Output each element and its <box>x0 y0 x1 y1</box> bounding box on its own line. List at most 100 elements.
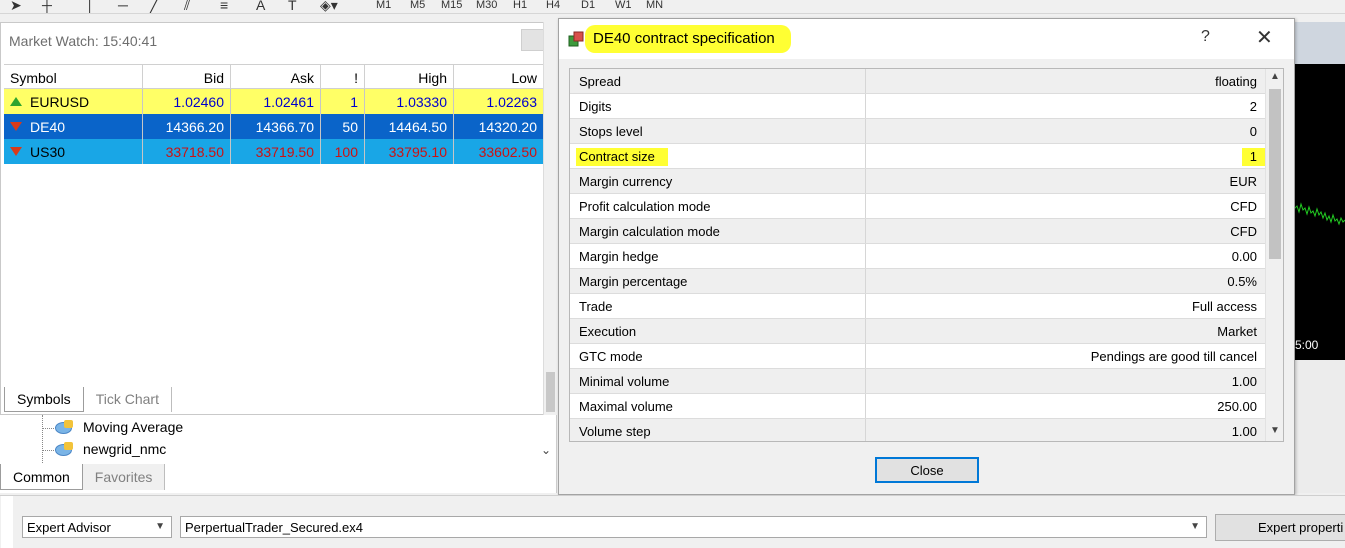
expert-properties-button[interactable]: Expert properti <box>1215 514 1345 541</box>
price-sparkline <box>1294 202 1345 226</box>
spec-row-contract-size[interactable]: Contract size 1 <box>570 144 1268 169</box>
shapes-dropdown-icon[interactable]: ◈▾ <box>320 0 338 13</box>
low-value: 1.02263 <box>454 89 544 114</box>
spec-value: floating <box>1215 74 1257 89</box>
tester-type-select[interactable]: Expert Advisor ▼ <box>22 516 172 538</box>
tab-favorites[interactable]: Favorites <box>82 464 166 490</box>
column-bid[interactable]: Bid <box>143 65 231 88</box>
text-label-icon[interactable]: T <box>288 0 297 13</box>
market-watch-close-button[interactable] <box>521 29 545 51</box>
spec-key: Profit calculation mode <box>570 194 866 218</box>
timeframe-h4[interactable]: H4 <box>546 0 560 13</box>
column-high[interactable]: High <box>365 65 454 88</box>
close-button[interactable]: Close <box>875 457 979 483</box>
market-watch-tabs: Symbols Tick Chart <box>4 387 172 412</box>
column-low[interactable]: Low <box>454 65 544 88</box>
spec-value: Pendings are good till cancel <box>1090 349 1257 364</box>
spec-value: CFD <box>1230 199 1257 214</box>
spec-key: Volume step <box>570 419 866 441</box>
expert-advisor-icon <box>55 442 75 456</box>
timeframe-w1[interactable]: W1 <box>615 0 632 13</box>
scrollbar-thumb[interactable] <box>1269 89 1281 259</box>
symbol-name: DE40 <box>30 118 66 135</box>
column-ask[interactable]: Ask <box>231 65 321 88</box>
fibonacci-icon[interactable]: ⫽ <box>184 0 190 13</box>
crosshair-icon[interactable]: ┼ <box>42 0 52 13</box>
ask-value: 33719.50 <box>231 139 321 164</box>
spec-row-digits[interactable]: Digits 2 <box>570 94 1265 119</box>
timeframe-d1[interactable]: D1 <box>581 0 595 13</box>
spec-value: 0.00 <box>1231 249 1257 264</box>
cursor-icon[interactable]: ➤ <box>10 0 22 13</box>
timeframe-m1[interactable]: M1 <box>376 0 391 13</box>
spec-row-minimal-volume[interactable]: Minimal volume 1.00 <box>570 369 1265 394</box>
chevron-down-icon[interactable]: ▼ <box>1270 425 1280 436</box>
spec-value: 0.5% <box>1227 274 1257 289</box>
timeframe-m15[interactable]: M15 <box>441 0 462 13</box>
timeframe-h1[interactable]: H1 <box>513 0 527 13</box>
column-spread[interactable]: ! <box>321 65 365 88</box>
market-watch-title: Market Watch: 15:40:41 <box>9 33 158 49</box>
spec-row-volume-step[interactable]: Volume step 1.00 <box>570 419 1265 441</box>
spec-key: Minimal volume <box>570 369 866 393</box>
chart-time-label: 5:00 <box>1294 336 1345 356</box>
high-value: 1.03330 <box>365 89 454 114</box>
tab-symbols[interactable]: Symbols <box>4 387 84 412</box>
vertical-line-icon[interactable]: │ <box>86 0 95 13</box>
spec-row-margin-currency[interactable]: Margin currency EUR <box>570 169 1265 194</box>
spec-row-margin-calculation-mode[interactable]: Margin calculation mode CFD <box>570 219 1265 244</box>
navigator-item-label: Moving Average <box>83 419 184 435</box>
navigator-item-newgrid[interactable]: newgrid_nmc <box>55 441 166 457</box>
tab-tick-chart[interactable]: Tick Chart <box>84 387 172 412</box>
spec-row-maximal-volume[interactable]: Maximal volume 250.00 <box>570 394 1265 419</box>
tester-type-value: Expert Advisor <box>27 520 111 535</box>
table-row[interactable]: US30 33718.50 33719.50 100 33795.10 3360… <box>4 139 544 164</box>
navigator-panel: Moving Average newgrid_nmc ⌄ Common Favo… <box>0 415 557 493</box>
text-icon[interactable]: A <box>256 0 265 13</box>
spec-row-execution[interactable]: Execution Market <box>570 319 1265 344</box>
spec-row-margin-hedge[interactable]: Margin hedge 0.00 <box>570 244 1265 269</box>
strategy-tester-bar: Expert Advisor ▼ PerpertualTrader_Secure… <box>0 495 1345 548</box>
navigator-item-moving-average[interactable]: Moving Average <box>55 419 183 435</box>
spec-row-trade[interactable]: Trade Full access <box>570 294 1265 319</box>
table-row[interactable]: DE40 14366.20 14366.70 50 14464.50 14320… <box>4 114 544 139</box>
spec-value: EUR <box>1229 174 1257 189</box>
fibo-fan-icon[interactable]: ≡ <box>220 0 228 13</box>
table-row[interactable]: EURUSD 1.02460 1.02461 1 1.03330 1.02263 <box>4 89 544 114</box>
timeframe-mn[interactable]: MN <box>646 0 663 13</box>
close-icon[interactable]: ✕ <box>1256 25 1273 50</box>
tab-common[interactable]: Common <box>0 464 83 490</box>
navigator-item-label: newgrid_nmc <box>83 441 167 457</box>
scrollbar-thumb[interactable] <box>546 372 555 412</box>
chevron-down-icon: ▼ <box>155 521 165 532</box>
bid-value: 33718.50 <box>143 139 231 164</box>
column-symbol[interactable]: Symbol <box>4 65 143 88</box>
chevron-down-icon[interactable]: ⌄ <box>541 443 551 457</box>
spec-key: Stops level <box>570 119 866 143</box>
price-chart[interactable] <box>1294 64 1345 364</box>
expert-file-value: PerpertualTrader_Secured.ex4 <box>185 520 364 535</box>
spec-value: 1 <box>1249 149 1257 164</box>
symbol-specification-icon <box>568 31 584 47</box>
horizontal-line-icon[interactable]: ─ <box>118 0 128 13</box>
dialog-titlebar[interactable]: DE40 contract specification ? ✕ <box>559 19 1294 59</box>
low-value: 33602.50 <box>454 139 544 164</box>
spec-value: 2 <box>1249 99 1257 114</box>
spec-row-margin-percentage[interactable]: Margin percentage 0.5% <box>570 269 1265 294</box>
spec-row-gtc-mode[interactable]: GTC mode Pendings are good till cancel <box>570 344 1265 369</box>
timeframe-m30[interactable]: M30 <box>476 0 497 13</box>
ask-value: 1.02461 <box>231 89 321 114</box>
spec-key: Trade <box>570 294 866 318</box>
spec-row-stops-level[interactable]: Stops level 0 <box>570 119 1265 144</box>
trendline-icon[interactable]: ╱ <box>150 0 158 13</box>
spec-key: Spread <box>570 69 866 93</box>
spec-row-profit-calculation-mode[interactable]: Profit calculation mode CFD <box>570 194 1265 219</box>
market-watch-scrollbar[interactable] <box>543 22 557 463</box>
expert-file-select[interactable]: PerpertualTrader_Secured.ex4 ▼ <box>180 516 1207 538</box>
specification-scrollbar[interactable]: ▲ ▼ <box>1265 69 1283 441</box>
timeframe-m5[interactable]: M5 <box>410 0 425 13</box>
chevron-up-icon[interactable]: ▲ <box>1270 71 1280 82</box>
spec-key: Margin hedge <box>570 244 866 268</box>
spec-row-spread[interactable]: Spread floating <box>570 69 1265 94</box>
help-icon[interactable]: ? <box>1201 28 1210 46</box>
